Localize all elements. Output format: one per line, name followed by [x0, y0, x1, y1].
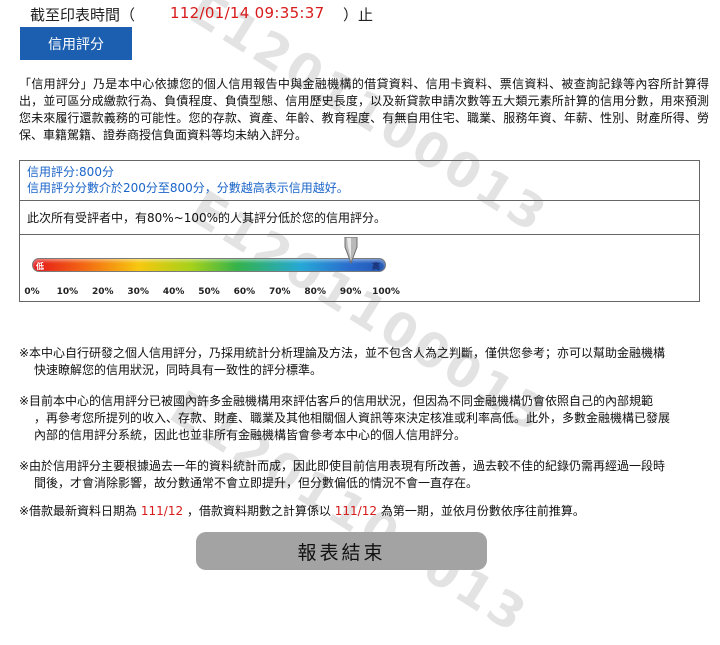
note4-middle: ，借款資料期數之計算係以	[186, 504, 331, 518]
credit-score-tab[interactable]: 信用評分	[20, 27, 132, 60]
note1-line2: 快速瞭解您的信用狀況，同時具有一致性的評分標準。	[34, 363, 323, 377]
note1-line1: ※本中心自行研發之個人信用評分，乃採用統計分析理論及方法，並不包含人為之判斷，僅…	[19, 346, 666, 360]
scale-tick-label: 40%	[162, 287, 185, 297]
score-percentile-scale: 低 高 0% 10% 20% 30% 40% 50% 60% 70% 80% 90% 100%	[20, 235, 699, 301]
scale-tick-label: 100%	[372, 287, 400, 297]
scale-tick-label: 50%	[198, 287, 220, 297]
note4-prefix: ※借款最新資料日期為	[19, 504, 138, 518]
scale-tick-label: 70%	[269, 287, 291, 297]
bar-low-label: 低	[36, 262, 44, 271]
print-time-label: 截至印表時間（	[30, 6, 136, 24]
note2-line2: ，再參考您所提列的收入、存款、財產、職業及其他相關個人資訊等來決定核准或利率高低…	[34, 411, 671, 425]
score-percentile-text: 此次所有受評者中，有80%~100%的人其評分低於您的信用評分。	[20, 201, 699, 235]
scale-tick-label: 0%	[24, 287, 40, 297]
note2-line1: ※目前本中心的信用評分已被國內許多金融機構用來評估客戶的信用狀況，但因為不同金融…	[19, 394, 654, 408]
first-period-date: 111/12	[334, 504, 377, 518]
score-value-text: 信用評分:800分	[27, 165, 114, 179]
note2-line3: 內部的信用評分系統，因此也並非所有金融機構皆會參考本中心的個人信用評分。	[34, 428, 467, 442]
bar-high-label: 高	[372, 262, 380, 271]
print-time-suffix: ）止	[343, 6, 374, 24]
scale-tick-label: 60%	[233, 287, 256, 297]
print-time-value: 112/01/14 09:35:37	[170, 4, 325, 22]
score-range-text: 信用評分分數介於200分至800分，分數越高表示信用越好。	[27, 181, 349, 195]
score-marker-icon	[344, 237, 358, 265]
scale-tick-label: 10%	[56, 287, 79, 297]
scale-tick-label: 20%	[92, 287, 114, 297]
end-report-button[interactable]: 報表結束	[196, 532, 487, 570]
score-summary: 信用評分:800分 信用評分分數介於200分至800分，分數越高表示信用越好。	[20, 161, 699, 201]
scale-tick-label: 90%	[339, 287, 362, 297]
note-statistical-method: ※本中心自行研發之個人信用評分，乃採用統計分析理論及方法，並不包含人為之判斷，僅…	[19, 345, 711, 379]
latest-loan-date: 111/12	[140, 504, 184, 518]
credit-score-description: 「信用評分」乃是本中心依據您的個人信用報告中與金融機構的借貸資料、信用卡資料、票…	[19, 77, 709, 142]
scale-tick-label: 30%	[127, 287, 149, 297]
note3-line2: 間後，才會消除影響，故分數通常不會立即提升，但分數偏低的情況不會一直存在。	[34, 476, 479, 490]
note-latest-loan-date: ※借款最新資料日期為 111/12 ，借款資料期數之計算係以 111/12 為第…	[19, 503, 711, 520]
note4-suffix: 為第一期，並依月份數依序往前推算。	[380, 504, 585, 518]
note-score-improvement: ※由於信用評分主要根據過去一年的資料統計而成，因此即使目前信用表現有所改善，過去…	[19, 458, 711, 492]
score-gradient-bar	[32, 258, 386, 272]
scale-ticks: 0% 10% 20% 30% 40% 50% 60% 70% 80% 90% 100%	[20, 287, 699, 299]
credit-score-panel: 信用評分:800分 信用評分分數介於200分至800分，分數越高表示信用越好。 …	[19, 160, 700, 302]
note3-line1: ※由於信用評分主要根據過去一年的資料統計而成，因此即使目前信用表現有所改善，過去…	[19, 459, 666, 473]
note-bank-usage: ※目前本中心的信用評分已被國內許多金融機構用來評估客戶的信用狀況，但因為不同金融…	[19, 393, 711, 444]
scale-tick-label: 80%	[304, 287, 326, 297]
